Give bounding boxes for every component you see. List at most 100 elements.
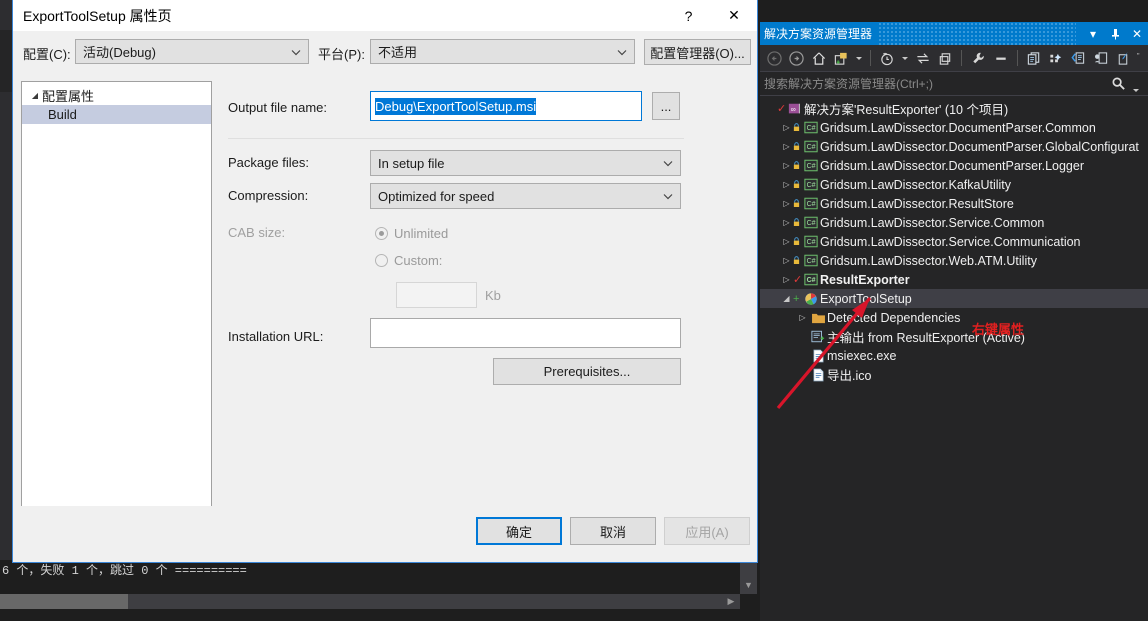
chevron-down-icon[interactable]: ▾ xyxy=(1082,22,1104,45)
expander-collapsed-icon[interactable]: ▷ xyxy=(796,313,809,322)
csharp-project-icon: C# xyxy=(802,178,820,191)
expander-collapsed-icon[interactable]: ▷ xyxy=(780,161,793,170)
solution-explorer-search[interactable]: 搜索解决方案资源管理器(Ctrl+;) xyxy=(760,72,1148,96)
output-hscroll-right-arrow[interactable]: ▶ xyxy=(722,594,740,609)
solution-tree-item[interactable]: ✓∞解决方案'ResultExporter' (10 个项目) xyxy=(760,99,1148,118)
expander-collapsed-icon[interactable]: ▷ xyxy=(780,237,793,246)
platform-value: 不适用 xyxy=(378,42,417,61)
solution-tree-item[interactable]: ▷C#Gridsum.LawDissector.ResultStore xyxy=(760,194,1148,213)
output-window-text: 6 个，失败 1 个，跳过 0 个 ========== xyxy=(2,561,247,578)
pending-changes-icon[interactable] xyxy=(877,47,897,69)
solution-tree-item[interactable]: 导出.ico xyxy=(760,365,1148,384)
sync-with-active-document-icon[interactable] xyxy=(831,47,851,69)
cab-size-custom-input[interactable] xyxy=(396,282,477,308)
solution-tree-item[interactable]: ▷C#Gridsum.LawDissector.DocumentParser.G… xyxy=(760,137,1148,156)
expander-collapsed-icon[interactable]: ▷ xyxy=(780,256,793,265)
solution-tree[interactable]: ✓∞解决方案'ResultExporter' (10 个项目)▷C#Gridsu… xyxy=(760,96,1148,384)
solution-tree-item[interactable]: ▷✓C#ResultExporter xyxy=(760,270,1148,289)
cab-size-unlimited-label: Unlimited xyxy=(394,226,448,241)
property-category-tree[interactable]: ◢ 配置属性 Build xyxy=(21,81,212,510)
expander-triangle-icon[interactable]: ◢ xyxy=(28,91,42,100)
compression-combobox[interactable]: Optimized for speed xyxy=(370,183,681,209)
solution-tree-item[interactable]: ◢+ExportToolSetup xyxy=(760,289,1148,308)
ok-button[interactable]: 确定 xyxy=(476,517,562,545)
dropdown-caret-icon[interactable] xyxy=(853,47,864,69)
help-button[interactable]: ? xyxy=(666,0,711,31)
toolbar-separator xyxy=(1017,50,1018,66)
configuration-combobox[interactable]: 活动(Debug) xyxy=(75,39,309,64)
csharp-project-icon: C# xyxy=(802,254,820,267)
preview-selected-items-icon[interactable] xyxy=(1046,47,1066,69)
close-icon[interactable]: ✕ xyxy=(711,0,757,31)
search-input[interactable]: 搜索解决方案资源管理器(Ctrl+;) xyxy=(764,75,933,92)
configuration-manager-button[interactable]: 配置管理器(O)... xyxy=(644,39,751,65)
startup-project-check-icon: ✓ xyxy=(793,273,802,286)
expander-collapsed-icon[interactable]: ▷ xyxy=(780,199,793,208)
solution-tree-item[interactable]: ▷ C#Gridsum.LawDissector.Web.ATM.Utility xyxy=(760,251,1148,270)
cab-size-unlimited-radio[interactable]: Unlimited xyxy=(375,226,448,241)
show-all-files-icon[interactable] xyxy=(1024,47,1044,69)
solution-tree-item[interactable]: ▷C#Gridsum.LawDissector.Service.Communic… xyxy=(760,232,1148,251)
apply-button[interactable]: 应用(A) xyxy=(664,517,750,545)
cab-size-custom-radio[interactable]: Custom: xyxy=(375,253,442,268)
home-icon[interactable] xyxy=(809,47,829,69)
toggle-icon[interactable] xyxy=(990,47,1010,69)
svg-text:C#: C# xyxy=(807,239,816,246)
back-icon[interactable] xyxy=(764,47,784,69)
search-icon[interactable] xyxy=(1111,76,1126,96)
properties-wrench-icon[interactable] xyxy=(968,47,988,69)
output-vscroll-down-arrow[interactable]: ▼ xyxy=(740,578,757,594)
dialog-footer: 确定 取消 应用(A) xyxy=(13,506,757,562)
solution-tree-item-label: Detected Dependencies xyxy=(827,311,960,325)
collapse-all-icon[interactable] xyxy=(935,47,955,69)
lock-icon xyxy=(793,142,802,151)
solution-tree-item[interactable]: msiexec.exe xyxy=(760,346,1148,365)
solution-tree-item[interactable]: ▷C#Gridsum.LawDissector.KafkaUtility xyxy=(760,175,1148,194)
output-hscrollbar-thumb[interactable] xyxy=(0,594,128,609)
csharp-project-icon: C# xyxy=(802,121,820,134)
expander-collapsed-icon[interactable]: ▷ xyxy=(780,142,793,151)
search-dropdown-icon[interactable] xyxy=(1132,80,1140,98)
solution-tree-item[interactable]: ▷C#Gridsum.LawDissector.DocumentParser.L… xyxy=(760,156,1148,175)
forward-icon[interactable] xyxy=(786,47,806,69)
expander-collapsed-icon[interactable]: ▷ xyxy=(780,123,793,132)
view-code-icon[interactable] xyxy=(1068,47,1088,69)
tree-item-configuration-properties[interactable]: ◢ 配置属性 xyxy=(22,86,211,105)
solution-tree-item[interactable]: ▷ Detected Dependencies xyxy=(760,308,1148,327)
tree-item-build[interactable]: Build xyxy=(22,105,211,124)
caret-icon[interactable] xyxy=(899,47,910,69)
radio-indicator-icon xyxy=(375,254,388,267)
expander-collapsed-icon[interactable]: ▷ xyxy=(780,218,793,227)
configuration-value: 活动(Debug) xyxy=(83,42,156,61)
overflow-icon[interactable]: " xyxy=(1135,47,1148,69)
expander-collapsed-icon[interactable]: ▷ xyxy=(780,275,793,284)
close-icon[interactable]: ✕ xyxy=(1126,22,1148,45)
solution-tree-item[interactable]: ▷C#Gridsum.LawDissector.DocumentParser.C… xyxy=(760,118,1148,137)
browse-button[interactable]: ... xyxy=(652,92,680,120)
view-class-diagram-icon[interactable] xyxy=(1113,47,1133,69)
view-designer-icon[interactable] xyxy=(1090,47,1110,69)
svg-text:C#: C# xyxy=(807,144,816,151)
installation-url-input[interactable] xyxy=(370,318,681,348)
solution-icon: ∞ xyxy=(786,102,804,116)
expander-collapsed-icon[interactable]: ▷ xyxy=(780,180,793,189)
dialog-titlebar[interactable]: ExportToolSetup 属性页 ? ✕ xyxy=(13,0,757,31)
cancel-button[interactable]: 取消 xyxy=(570,517,656,545)
solution-tree-item[interactable]: ▷C#Gridsum.LawDissector.Service.Common xyxy=(760,213,1148,232)
solution-tree-item-label: Gridsum.LawDissector.Web.ATM.Utility xyxy=(820,254,1037,268)
svg-text:∞: ∞ xyxy=(791,106,796,113)
svg-text:C#: C# xyxy=(807,201,816,208)
solution-explorer-titlebar[interactable]: 解决方案资源管理器 ▾ ✕ xyxy=(760,22,1148,45)
csharp-project-icon: C# xyxy=(802,140,820,153)
output-file-name-input[interactable]: Debug\ExportToolSetup.msi xyxy=(370,91,642,121)
refresh-icon[interactable] xyxy=(913,47,933,69)
expander-expanded-icon[interactable]: ◢ xyxy=(780,294,793,303)
solution-tree-item-label: 导出.ico xyxy=(827,365,871,384)
platform-combobox[interactable]: 不适用 xyxy=(370,39,635,64)
svg-text:C#: C# xyxy=(807,125,816,132)
prerequisites-button[interactable]: Prerequisites... xyxy=(493,358,681,385)
package-files-combobox[interactable]: In setup file xyxy=(370,150,681,176)
pin-icon[interactable] xyxy=(1104,22,1126,45)
solution-tree-item[interactable]: 主输出 from ResultExporter (Active) xyxy=(760,327,1148,346)
installation-url-label: Installation URL: xyxy=(228,329,323,344)
